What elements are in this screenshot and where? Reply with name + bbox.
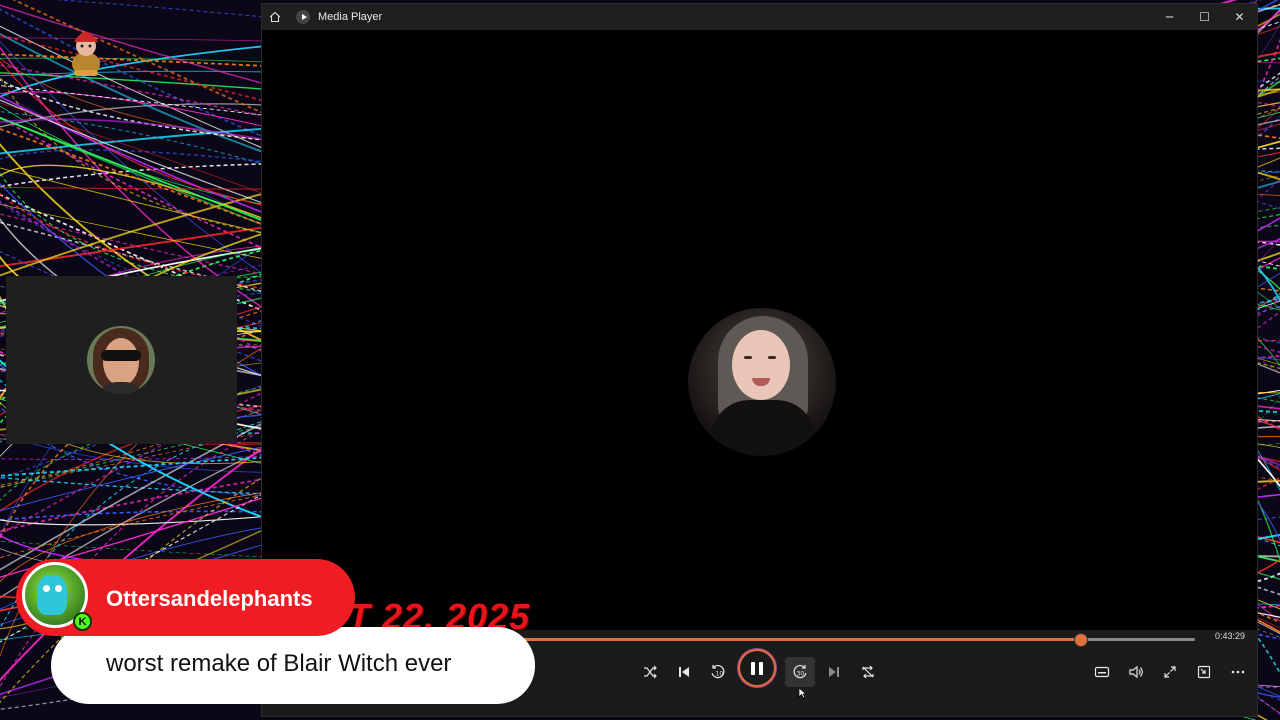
seek-progress: [482, 638, 1081, 641]
video-date-overlay: T 22, 2025: [348, 596, 531, 630]
svg-text:10: 10: [716, 671, 724, 678]
rewind-10-icon[interactable]: 10: [703, 657, 733, 687]
forward-30-icon[interactable]: 30: [785, 657, 815, 687]
repeat-icon[interactable]: [853, 657, 883, 687]
seek-bar[interactable]: [482, 633, 1195, 647]
chat-username: Ottersandelephants: [106, 586, 313, 611]
svg-text:30: 30: [797, 671, 805, 678]
previous-icon[interactable]: [669, 657, 699, 687]
mini-player-icon[interactable]: [1189, 657, 1219, 687]
media-player-logo-icon: [296, 10, 310, 24]
title-bar: Media Player ─ ☐ ✕: [262, 4, 1257, 30]
webcam-overlay: [6, 276, 237, 444]
pause-button[interactable]: [740, 651, 774, 685]
chat-message-text: worst remake of Blair Witch ever: [106, 650, 452, 677]
mouse-cursor-icon: [798, 687, 807, 699]
volume-icon[interactable]: [1121, 657, 1151, 687]
captions-icon[interactable]: [1087, 657, 1117, 687]
more-options-icon[interactable]: [1223, 657, 1253, 687]
window-controls: ─ ☐ ✕: [1152, 4, 1257, 30]
time-remaining: 0:43:29: [1214, 631, 1245, 641]
window-title: Media Player: [318, 11, 383, 23]
next-icon[interactable]: [819, 657, 849, 687]
kick-badge-icon: K: [73, 612, 92, 631]
video-face-thumbnail: [688, 308, 836, 456]
video-area[interactable]: T 22, 2025: [262, 30, 1257, 630]
gnome-sprite: [72, 32, 100, 76]
home-icon[interactable]: [262, 4, 288, 30]
close-button[interactable]: ✕: [1222, 4, 1257, 30]
pause-icon: [751, 661, 755, 675]
seek-thumb[interactable]: [1073, 633, 1088, 647]
minimize-button[interactable]: ─: [1152, 4, 1187, 30]
media-player-window: Media Player ─ ☐ ✕ T 22, 2025 0:43:29 10…: [262, 4, 1257, 716]
streamer-avatar: [87, 326, 155, 394]
maximize-button[interactable]: ☐: [1187, 4, 1222, 30]
fullscreen-icon[interactable]: [1155, 657, 1185, 687]
shuffle-icon[interactable]: [635, 657, 665, 687]
